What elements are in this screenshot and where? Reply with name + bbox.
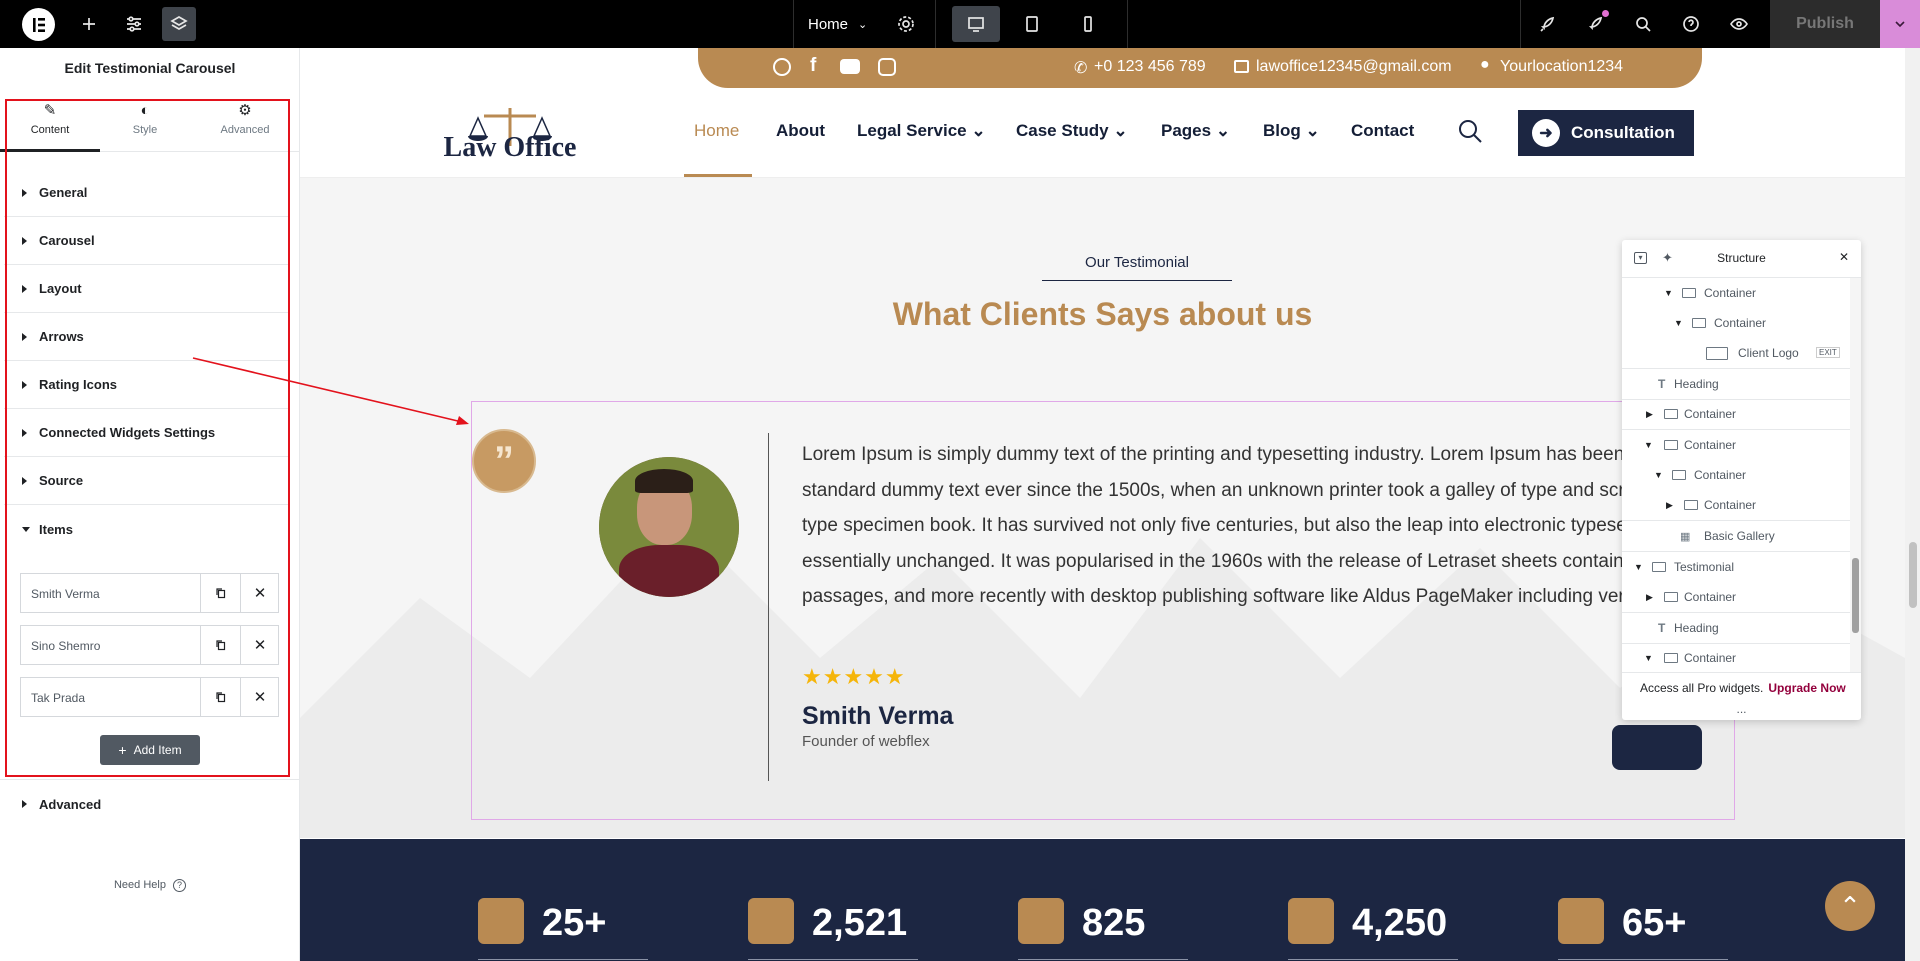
structure-tree: ▼ Container ▼ Container Client Logo EXIT TH… <box>1622 278 1861 672</box>
close-icon[interactable]: ✕ <box>1839 250 1849 264</box>
exit-badge[interactable]: EXIT <box>1816 347 1840 358</box>
tree-node[interactable]: ▼ Testimonial <box>1622 552 1852 582</box>
tree-node-label: Testimonial <box>1674 560 1735 574</box>
caret-right-icon: ▶ <box>1646 408 1653 419</box>
tree-node-label: Container <box>1684 590 1737 604</box>
tree-node[interactable]: ▶ Container <box>1622 582 1852 612</box>
caret-down-icon: ▼ <box>1674 318 1683 328</box>
tree-node[interactable]: T Heading <box>1622 369 1852 399</box>
tree-node-label: Container <box>1694 468 1747 482</box>
heading-icon: T <box>1658 621 1666 635</box>
tree-node-label: Heading <box>1674 621 1719 635</box>
pro-upgrade-banner: Access all Pro widgets. Upgrade Now <box>1622 672 1861 702</box>
tree-node-label: Basic Gallery <box>1704 529 1775 543</box>
tree-node-label: Container <box>1704 286 1757 300</box>
upgrade-now-link[interactable]: Upgrade Now <box>1768 681 1845 695</box>
tree-node[interactable]: ▼ Container <box>1622 308 1852 338</box>
tree-node[interactable]: ▼ Container <box>1622 460 1852 490</box>
tree-node-label: Container <box>1714 316 1767 330</box>
structure-scrollbar-thumb[interactable] <box>1852 558 1859 633</box>
pro-upgrade-text: Access all Pro widgets. <box>1640 680 1764 695</box>
tree-node[interactable]: ▶ Container <box>1622 399 1852 429</box>
caret-right-icon: ▶ <box>1646 591 1653 602</box>
tree-node-label: Heading <box>1674 377 1719 391</box>
container-icon <box>1664 592 1678 602</box>
tree-node[interactable]: ▼ Container <box>1622 278 1852 308</box>
container-icon <box>1692 318 1706 328</box>
tree-node-label: Container <box>1704 498 1757 512</box>
structure-panel: ▾ ✦ Structure ✕ ▼ Container ▼ Container Cl… <box>1622 240 1861 720</box>
structure-resize-handle[interactable]: ... <box>1622 702 1861 716</box>
container-icon <box>1684 500 1698 510</box>
tree-node[interactable]: ▼ Container <box>1622 430 1852 460</box>
container-icon <box>1664 409 1678 419</box>
structure-header: ▾ ✦ Structure ✕ <box>1622 240 1861 278</box>
caret-down-icon: ▼ <box>1654 470 1663 480</box>
tree-node[interactable]: ▦ Basic Gallery <box>1622 521 1852 551</box>
caret-right-icon: ▶ <box>1666 499 1673 510</box>
caret-down-icon: ▼ <box>1634 562 1643 572</box>
tree-node[interactable]: Client Logo EXIT <box>1622 338 1852 368</box>
tree-node-label: Container <box>1684 407 1737 421</box>
tree-node[interactable]: T Heading <box>1622 613 1852 643</box>
container-icon <box>1664 440 1678 450</box>
caret-down-icon: ▼ <box>1644 653 1653 663</box>
tree-node-label: Container <box>1684 438 1737 452</box>
tree-node-label: Container <box>1684 651 1737 665</box>
client-logo-icon <box>1706 346 1728 360</box>
caret-down-icon: ▼ <box>1664 288 1673 298</box>
testimonial-icon <box>1652 562 1666 572</box>
tree-node[interactable]: ▼ Container <box>1622 643 1852 672</box>
container-icon <box>1672 470 1686 480</box>
structure-title: Structure <box>1717 251 1766 265</box>
caret-down-icon: ▼ <box>1644 440 1653 450</box>
heading-icon: T <box>1658 377 1666 391</box>
container-icon <box>1682 288 1696 298</box>
gallery-icon: ▦ <box>1680 530 1691 543</box>
tree-node-label: Client Logo <box>1738 346 1799 360</box>
tree-node[interactable]: ▶ Container <box>1622 490 1852 520</box>
container-icon <box>1664 653 1678 663</box>
